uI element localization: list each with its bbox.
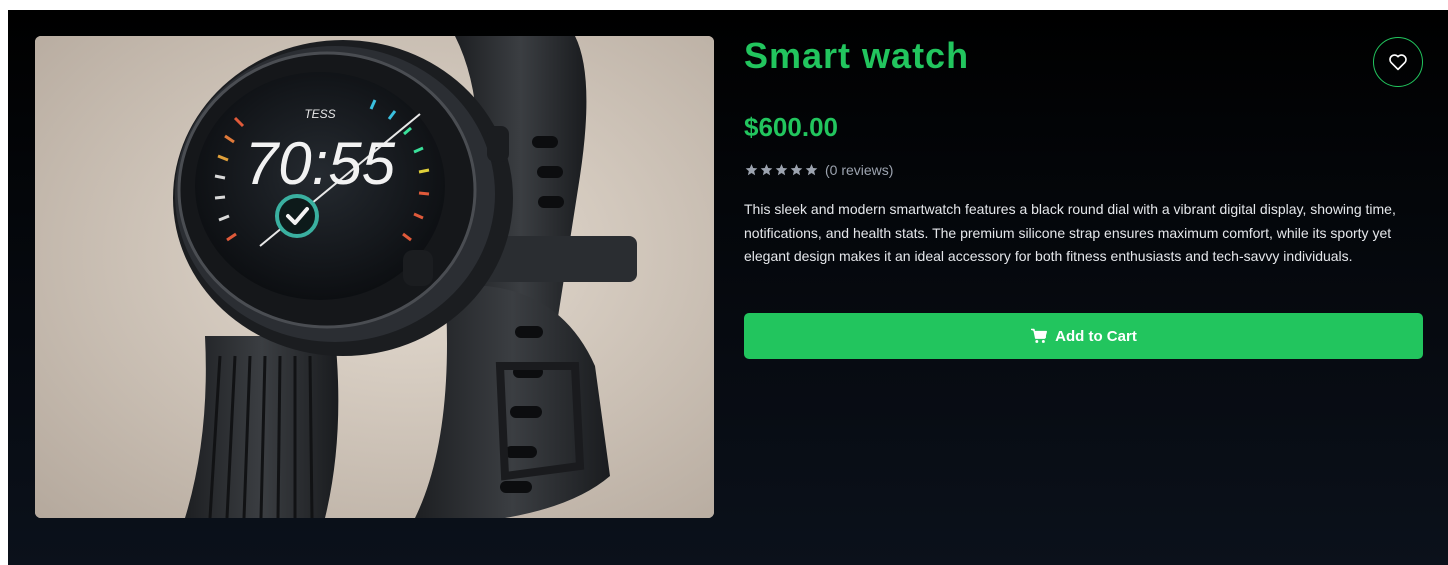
wishlist-button[interactable] <box>1373 37 1423 87</box>
watch-time-text: 70:55 <box>245 130 396 197</box>
heart-icon <box>1389 54 1407 71</box>
product-image: TESS 70:55 <box>35 36 714 518</box>
reviews-count[interactable]: (0 reviews) <box>825 161 893 179</box>
watch-brand-text: TESS <box>304 107 335 121</box>
star-icon <box>745 164 758 176</box>
product-page: TESS 70:55 Smart watch $600.00 (0 review… <box>8 10 1448 565</box>
product-title: Smart watch <box>744 35 970 76</box>
product-description: This sleek and modern smartwatch feature… <box>744 201 1396 264</box>
product-price: $600.00 <box>744 112 838 142</box>
product-rating: (0 reviews) <box>744 161 893 179</box>
star-icon <box>805 164 818 176</box>
add-to-cart-button[interactable]: Add to Cart <box>744 313 1423 359</box>
product-info: Smart watch $600.00 (0 reviews) This sle… <box>744 10 1423 565</box>
add-to-cart-label: Add to Cart <box>1055 327 1137 345</box>
star-icon <box>775 164 788 176</box>
star-icon <box>760 164 773 176</box>
shopping-cart-icon <box>1031 328 1048 343</box>
star-icon <box>790 164 803 176</box>
rating-stars <box>744 163 819 177</box>
